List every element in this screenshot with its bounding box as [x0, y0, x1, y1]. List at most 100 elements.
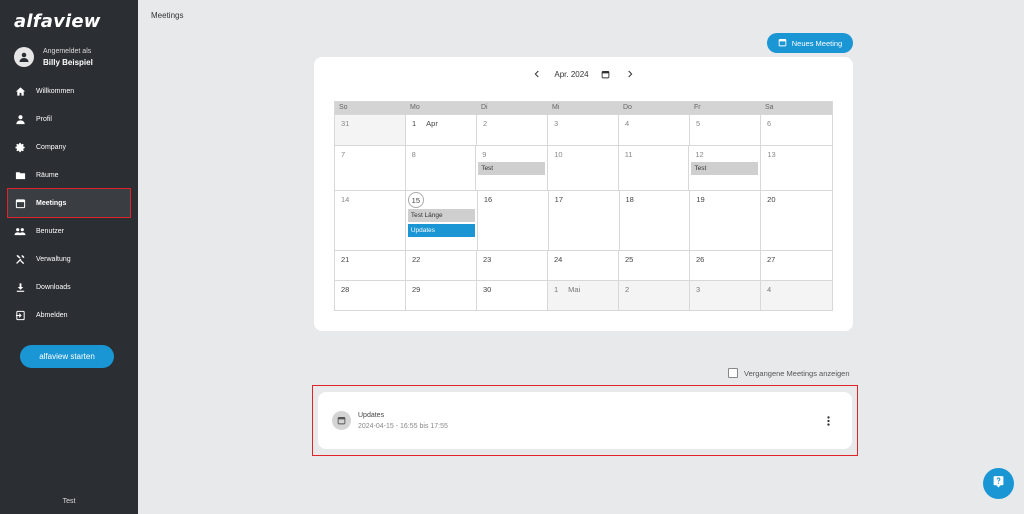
calendar-picker-icon[interactable]	[599, 67, 613, 81]
help-button[interactable]	[983, 468, 1014, 499]
calendar-day[interactable]: 23	[477, 251, 548, 280]
download-icon	[14, 281, 26, 293]
calendar-day[interactable]: 3	[548, 115, 619, 145]
calendar-event[interactable]: Test Länge	[407, 209, 475, 222]
sidebar-item-benutzer[interactable]: Benutzer	[8, 217, 130, 245]
user-status-label: Angemeldet als	[43, 48, 92, 55]
user-name: Billy Beispiel	[43, 58, 93, 67]
calendar-day[interactable]: 8	[406, 146, 477, 190]
calendar-icon	[332, 411, 351, 430]
prev-month-button[interactable]	[530, 67, 544, 81]
folder-icon	[14, 169, 26, 181]
calendar-card: Apr. 2024 So Mo Di Mi Do Fr Sa 31 1 Apr 2…	[314, 57, 853, 331]
calendar-week: 7 8 9 Test 10 11 12 Test 13	[335, 145, 832, 190]
calendar-day[interactable]: 5	[690, 115, 761, 145]
sidebar-item-downloads[interactable]: Downloads	[8, 273, 130, 301]
start-alfaview-button[interactable]: alfaview starten	[20, 345, 114, 368]
weekday-label: Do	[623, 104, 632, 111]
calendar-day[interactable]: 9 Test	[476, 146, 549, 190]
sidebar-item-label: Company	[36, 143, 66, 151]
calendar-day[interactable]: 6	[761, 115, 832, 145]
calendar-day[interactable]: 25	[619, 251, 690, 280]
calendar-day[interactable]: 21	[335, 251, 406, 280]
calendar-event[interactable]: Test	[691, 162, 759, 175]
past-meetings-label: Vergangene Meetings anzeigen	[744, 368, 850, 378]
home-icon	[14, 85, 26, 97]
calendar-day[interactable]: 28	[335, 281, 406, 310]
tools-icon	[14, 253, 26, 265]
sidebar-item-meetings[interactable]: Meetings	[7, 188, 131, 218]
calendar-day-today[interactable]: 15 Test Länge Updates	[406, 191, 478, 250]
calendar-day[interactable]: 30	[477, 281, 548, 310]
calendar-week: 14 15 Test Länge Updates 16 17 18 19 20	[335, 190, 832, 250]
calendar-day[interactable]: 4	[761, 281, 832, 310]
calendar-day[interactable]: 2	[477, 115, 548, 145]
today-marker: 15	[407, 192, 424, 208]
current-month-label: Apr. 2024	[554, 69, 589, 79]
sidebar-item-company[interactable]: Company	[8, 133, 130, 161]
sidebar-footer: Test	[62, 498, 76, 505]
calendar-day[interactable]: 24	[548, 251, 619, 280]
sidebar-item-label: Verwaltung	[36, 255, 71, 263]
next-month-button[interactable]	[623, 67, 637, 81]
month-label: Mai	[568, 285, 581, 294]
sidebar-item-willkommen[interactable]: Willkommen	[8, 77, 130, 105]
calendar-day[interactable]: 17	[549, 191, 620, 250]
calendar-day[interactable]: 26	[690, 251, 761, 280]
calendar-day[interactable]: 1 Mai	[548, 281, 619, 310]
person-icon	[14, 113, 26, 125]
logout-icon	[14, 309, 26, 321]
calendar-day[interactable]: 27	[761, 251, 832, 280]
calendar-day[interactable]: 2	[619, 281, 690, 310]
new-meeting-button[interactable]: Neues Meeting	[767, 33, 853, 53]
calendar-day[interactable]: 19	[690, 191, 762, 250]
calendar-day[interactable]: 11	[619, 146, 690, 190]
calendar-day[interactable]: 18	[620, 191, 691, 250]
calendar-header: Apr. 2024	[314, 67, 853, 81]
sidebar-item-label: Downloads	[36, 283, 71, 291]
sidebar: alfaview Angemeldet als Billy Beispiel W…	[0, 0, 138, 514]
calendar-day[interactable]: 20	[761, 191, 832, 250]
calendar-day[interactable]: 13	[761, 146, 832, 190]
sidebar-item-verwaltung[interactable]: Verwaltung	[8, 245, 130, 273]
sidebar-item-abmelden[interactable]: Abmelden	[8, 301, 130, 329]
calendar-icon	[778, 38, 787, 49]
weekday-label: Fr	[694, 104, 701, 111]
calendar-week: 31 1 Apr 2 3 4 5 6	[335, 114, 832, 145]
calendar-event[interactable]: Test	[478, 162, 546, 175]
sidebar-item-profil[interactable]: Profil	[8, 105, 130, 133]
meeting-title: Updates	[358, 412, 385, 419]
calendar-day[interactable]: 22	[406, 251, 477, 280]
page-title: Meetings	[151, 11, 184, 20]
calendar-day[interactable]: 16	[478, 191, 549, 250]
calendar-week: 28 29 30 1 Mai 2 3 4	[335, 280, 832, 310]
people-icon	[14, 225, 26, 237]
calendar-day[interactable]: 7	[335, 146, 406, 190]
calendar-day[interactable]: 3	[690, 281, 761, 310]
calendar-day[interactable]: 31	[335, 115, 406, 145]
calendar-day[interactable]: 10	[548, 146, 619, 190]
calendar-event[interactable]: Updates	[407, 224, 475, 237]
sidebar-item-raeume[interactable]: Räume	[8, 161, 130, 189]
user-info: Angemeldet als Billy Beispiel	[14, 46, 93, 68]
sidebar-item-label: Räume	[36, 171, 59, 179]
calendar-day[interactable]: 29	[406, 281, 477, 310]
sidebar-nav: Willkommen Profil Company Räume Meetings…	[7, 77, 131, 329]
weekday-label: Di	[481, 104, 488, 111]
past-meetings-checkbox[interactable]	[728, 368, 738, 378]
gear-icon	[14, 141, 26, 153]
calendar-day[interactable]: 1 Apr	[406, 115, 477, 145]
sidebar-item-label: Willkommen	[36, 87, 75, 95]
calendar-day[interactable]: 12 Test	[689, 146, 762, 190]
past-meetings-toggle[interactable]: Vergangene Meetings anzeigen	[728, 368, 850, 378]
calendar-day[interactable]: 4	[619, 115, 690, 145]
app-logo: alfaview	[14, 11, 101, 32]
weekday-label: So	[339, 104, 348, 111]
more-options-icon[interactable]	[822, 414, 834, 428]
calendar-day[interactable]: 14	[335, 191, 406, 250]
avatar-icon	[14, 47, 34, 67]
meeting-card[interactable]: Updates 2024-04-15 - 16:55 bis 17:55	[318, 392, 852, 449]
meeting-list-highlight: Updates 2024-04-15 - 16:55 bis 17:55	[312, 385, 858, 456]
weekday-header-row: So Mo Di Mi Do Fr Sa	[335, 102, 832, 114]
meeting-time: 2024-04-15 - 16:55 bis 17:55	[358, 423, 448, 430]
